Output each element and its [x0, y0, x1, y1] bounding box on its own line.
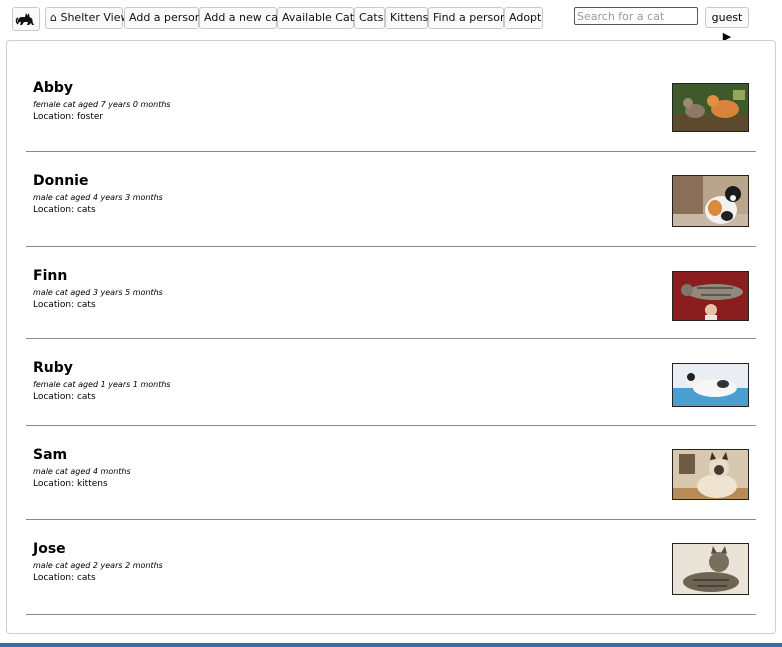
cat-location: Location: cats: [33, 205, 96, 215]
cat-name[interactable]: Finn: [33, 268, 67, 284]
cat-name[interactable]: Donnie: [33, 173, 88, 189]
cat-list-item[interactable]: Jose male cat aged 2 years 2 months Loca…: [26, 520, 756, 615]
cat-name[interactable]: Abby: [33, 80, 73, 96]
add-cat-button[interactable]: Add a new cat: [199, 7, 282, 29]
cat-name[interactable]: Ruby: [33, 360, 73, 376]
cat-photo[interactable]: [672, 449, 749, 500]
cat-list-item[interactable]: Ruby female cat aged 1 years 1 months Lo…: [26, 339, 756, 426]
cat-location: Location: kittens: [33, 479, 108, 489]
cat-location: Location: cats: [33, 392, 96, 402]
cat-description: female cat aged 1 years 1 months: [33, 380, 171, 389]
cat-description: male cat aged 4 years 3 months: [33, 193, 163, 202]
cat-photo[interactable]: [672, 543, 749, 595]
cat-name[interactable]: Jose: [33, 541, 66, 557]
home-logo-button[interactable]: [12, 7, 40, 31]
cat-list-item[interactable]: Abby female cat aged 7 years 0 months Lo…: [26, 41, 756, 152]
available-cats-button[interactable]: Available Cats: [277, 7, 360, 29]
cat-photo[interactable]: [672, 271, 749, 321]
black-cat-icon: [15, 13, 34, 25]
top-navbar: ⌂ Shelter View Add a person Add a new ca…: [0, 0, 782, 43]
cat-name[interactable]: Sam: [33, 447, 67, 463]
cats-button[interactable]: Cats: [354, 7, 385, 29]
add-person-button[interactable]: Add a person: [124, 7, 202, 29]
cat-photo[interactable]: [672, 175, 749, 227]
cat-photo[interactable]: [672, 83, 749, 132]
cat-list-item[interactable]: Donnie male cat aged 4 years 3 months Lo…: [26, 152, 756, 247]
cat-location: Location: cats: [33, 300, 96, 310]
cat-description: male cat aged 4 months: [33, 467, 131, 476]
user-menu-button[interactable]: guest ▶: [705, 7, 749, 43]
cat-location: Location: cats: [33, 573, 96, 583]
kittens-button[interactable]: Kittens: [385, 7, 428, 29]
cat-location: Location: foster: [33, 112, 104, 122]
cat-list-panel: Abby female cat aged 7 years 0 months Lo…: [6, 40, 776, 634]
find-person-button[interactable]: Find a person: [428, 7, 507, 29]
cat-photo[interactable]: [672, 363, 749, 407]
cat-description: female cat aged 7 years 0 months: [33, 100, 171, 109]
bottom-bar: [0, 643, 782, 647]
cat-list-item[interactable]: Sam male cat aged 4 months Location: kit…: [26, 426, 756, 520]
cat-description: male cat aged 3 years 5 months: [33, 288, 163, 297]
cat-description: male cat aged 2 years 2 months: [33, 561, 163, 570]
adopt-button[interactable]: Adopt: [504, 7, 543, 29]
shelter-view-button[interactable]: ⌂ Shelter View: [45, 7, 129, 29]
search-input[interactable]: [574, 7, 698, 25]
cat-list-item[interactable]: Finn male cat aged 3 years 5 months Loca…: [26, 247, 756, 339]
